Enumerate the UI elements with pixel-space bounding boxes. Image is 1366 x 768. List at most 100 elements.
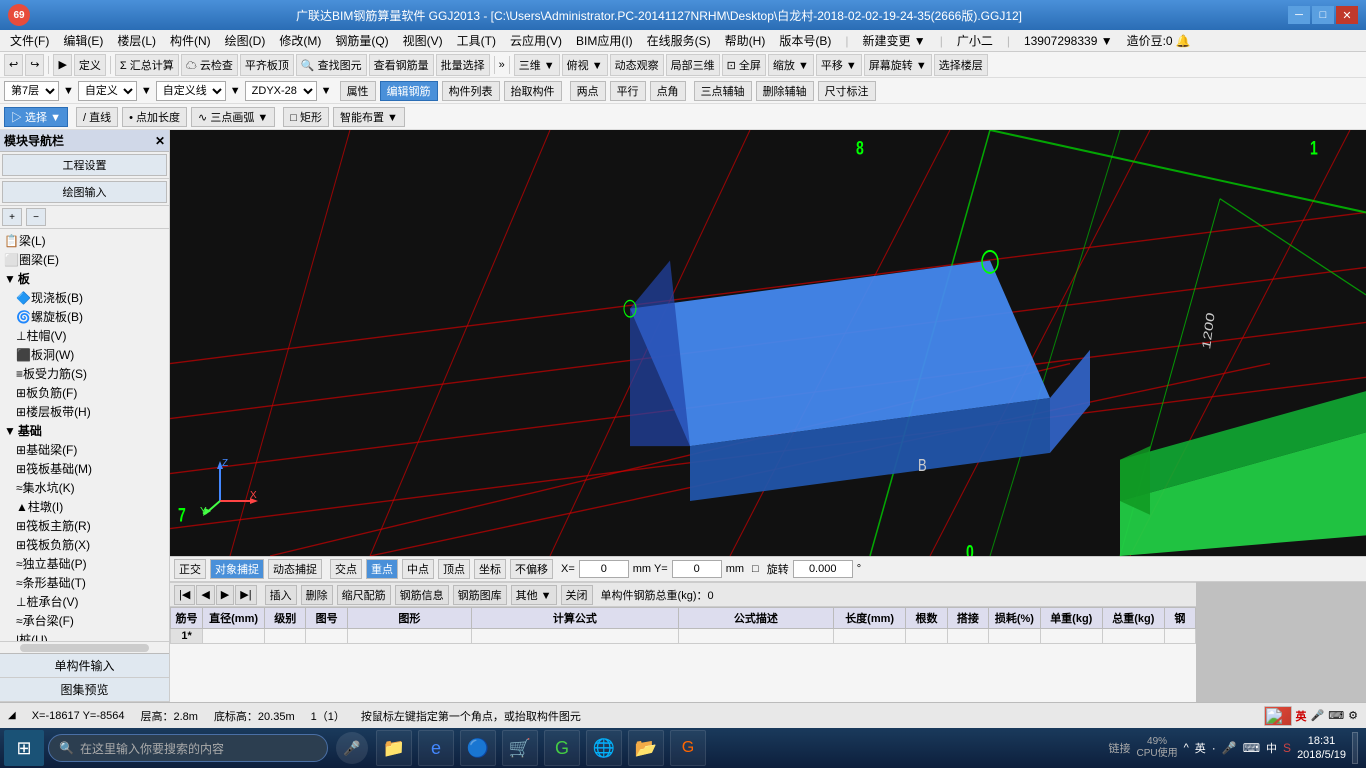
point-angle-button[interactable]: 点角	[650, 81, 686, 101]
next-button[interactable]: ▶	[216, 585, 234, 605]
object-snap-button[interactable]: 对象捕捉	[210, 559, 264, 579]
undo-button[interactable]: ↩	[4, 54, 23, 76]
menu-view[interactable]: 视图(V)	[397, 30, 449, 51]
vertex-button[interactable]: 顶点	[438, 559, 470, 579]
tray-mic[interactable]: 🎤	[1222, 741, 1237, 755]
x-input[interactable]	[579, 560, 629, 578]
sidebar-item-pile-cap[interactable]: ⊥ 桩承台(V)	[14, 592, 167, 611]
sidebar-add-btn[interactable]: +	[2, 208, 22, 226]
taskbar-app-store[interactable]: 🛒	[502, 730, 538, 766]
sidebar-item-ring-beam[interactable]: ⬜ 圈梁(E)	[2, 250, 167, 269]
run-button[interactable]: ▶	[53, 54, 71, 76]
define-button[interactable]: 定义	[74, 54, 106, 76]
voice-button[interactable]: 🎤	[336, 732, 368, 764]
maximize-button[interactable]: □	[1312, 6, 1334, 24]
delete-aux-button[interactable]: 删除辅轴	[756, 81, 814, 101]
sidebar-item-foundation-beam[interactable]: ⊞ 基础梁(F)	[14, 440, 167, 459]
sidebar-item-spiral-slab[interactable]: 🌀 螺旋板(B)	[14, 307, 167, 326]
menu-draw[interactable]: 绘图(D)	[219, 30, 272, 51]
taskbar-app-green[interactable]: 🌐	[586, 730, 622, 766]
dimension-button[interactable]: 尺寸标注	[818, 81, 876, 101]
find-element-button[interactable]: 🔍 查找图元	[296, 54, 367, 76]
menu-floor[interactable]: 楼层(L)	[111, 30, 162, 51]
menu-cloud[interactable]: 云应用(V)	[504, 30, 568, 51]
sidebar-btn2[interactable]: 绘图输入	[2, 181, 167, 203]
menu-tools[interactable]: 工具(T)	[451, 30, 502, 51]
menu-brand[interactable]: 广小二	[951, 30, 999, 51]
calc-button[interactable]: Σ 汇总计算	[115, 54, 179, 76]
sidebar-remove-btn[interactable]: −	[26, 208, 46, 226]
sidebar-item-raft-neg[interactable]: ⊞ 筏板负筋(X)	[14, 535, 167, 554]
parallel-button[interactable]: 平行	[610, 81, 646, 101]
menu-help[interactable]: 帮助(H)	[719, 30, 772, 51]
taskbar-app-edge[interactable]: e	[418, 730, 454, 766]
viewport[interactable]: 8 7 C B 0 B 1 1200	[170, 130, 1366, 556]
three-point-aux-button[interactable]: 三点辅轴	[694, 81, 752, 101]
view-rebar-button[interactable]: 查看钢筋量	[369, 54, 434, 76]
sidebar-item-slab-rebar[interactable]: ≡ 板受力筋(S)	[14, 364, 167, 383]
sidebar-item-floor-band[interactable]: ⊞ 楼层板带(H)	[14, 402, 167, 421]
menu-online[interactable]: 在线服务(S)	[641, 30, 717, 51]
sidebar-item-sump[interactable]: ≈ 集水坑(K)	[14, 478, 167, 497]
align-slab-button[interactable]: 平齐板顶	[240, 54, 294, 76]
two-points-button[interactable]: 两点	[570, 81, 606, 101]
tray-ime[interactable]: 英	[1195, 740, 1206, 756]
tray-s[interactable]: S	[1283, 741, 1291, 755]
top-view-button[interactable]: 俯视 ▼	[562, 54, 608, 76]
taskbar-app-folder[interactable]: 📂	[628, 730, 664, 766]
scale-rebar-button[interactable]: 缩尺配筋	[337, 585, 391, 605]
point-length-button[interactable]: • 点加长度	[122, 107, 187, 127]
close-panel-button[interactable]: 关闭	[561, 585, 593, 605]
sidebar-group-foundation[interactable]: ▼ 基础	[2, 421, 167, 440]
local-3d-button[interactable]: 局部三维	[666, 54, 720, 76]
delete-button[interactable]: 删除	[301, 585, 333, 605]
diameter-cell[interactable]	[203, 629, 265, 644]
start-button[interactable]: ⊞	[4, 730, 44, 766]
custom-select[interactable]: 自定义	[78, 81, 137, 101]
taskbar-app-ie[interactable]: 🔵	[460, 730, 496, 766]
midpoint-button[interactable]: 中点	[402, 559, 434, 579]
minimize-button[interactable]: ─	[1288, 6, 1310, 24]
sidebar-item-column-pier[interactable]: ▲ 柱墩(I)	[14, 497, 167, 516]
menu-new-change[interactable]: 新建变更 ▼	[856, 30, 931, 51]
diameter-input[interactable]	[207, 630, 260, 642]
fullscreen-button[interactable]: ⊡ 全屏	[722, 54, 766, 76]
3d-button[interactable]: 三维 ▼	[514, 54, 560, 76]
zdyx-select[interactable]: ZDYX-28	[245, 81, 317, 101]
rebar-library-button[interactable]: 钢筋图库	[453, 585, 507, 605]
taskbar-app-g2[interactable]: G	[670, 730, 706, 766]
taskbar-app-g[interactable]: G	[544, 730, 580, 766]
sidebar-item-independent[interactable]: ≈ 独立基础(P)	[14, 554, 167, 573]
menu-modify[interactable]: 修改(M)	[273, 30, 327, 51]
property-button[interactable]: 属性	[340, 81, 376, 101]
tray-ime2[interactable]: ·	[1212, 741, 1216, 755]
close-button[interactable]: ✕	[1336, 6, 1358, 24]
sidebar-item-column-cap[interactable]: ⊥ 柱帽(V)	[14, 326, 167, 345]
menu-rebar-qty[interactable]: 钢筋量(Q)	[329, 30, 394, 51]
dynamic-snap-button[interactable]: 动态捕捉	[268, 559, 322, 579]
tray-caret[interactable]: ^	[1184, 742, 1189, 754]
menu-edit[interactable]: 编辑(E)	[57, 30, 109, 51]
tray-cn[interactable]: 中	[1266, 740, 1277, 756]
grade-input[interactable]	[269, 630, 301, 642]
sidebar-group-slab[interactable]: ▼ 板	[2, 269, 167, 288]
pan-button[interactable]: 平移 ▼	[816, 54, 862, 76]
sidebar-item-neg-rebar[interactable]: ⊞ 板负筋(F)	[14, 383, 167, 402]
midweight-button[interactable]: 重点	[366, 559, 398, 579]
batch-select-button[interactable]: 批量选择	[436, 54, 490, 76]
zoom-button[interactable]: 缩放 ▼	[768, 54, 814, 76]
first-button[interactable]: |◀	[174, 585, 195, 605]
y-input[interactable]	[672, 560, 722, 578]
sidebar-item-cast-slab[interactable]: 🔷 现浇板(B)	[14, 288, 167, 307]
floor-select[interactable]: 第7层	[4, 81, 59, 101]
menu-bim[interactable]: BIM应用(I)	[570, 30, 639, 51]
redo-button[interactable]: ↪	[25, 54, 44, 76]
sidebar-btn1[interactable]: 工程设置	[2, 154, 167, 176]
select-floor-button[interactable]: 选择楼层	[934, 54, 988, 76]
tray-keyboard[interactable]: ⌨	[1243, 741, 1260, 755]
sidebar-item-raft-main[interactable]: ⊞ 筏板主筋(R)	[14, 516, 167, 535]
sidebar-item-slab-hole[interactable]: ⬛ 板洞(W)	[14, 345, 167, 364]
intersection-button[interactable]: 交点	[330, 559, 362, 579]
menu-component[interactable]: 构件(N)	[164, 30, 217, 51]
select-button[interactable]: ▷ 选择 ▼	[4, 107, 68, 127]
